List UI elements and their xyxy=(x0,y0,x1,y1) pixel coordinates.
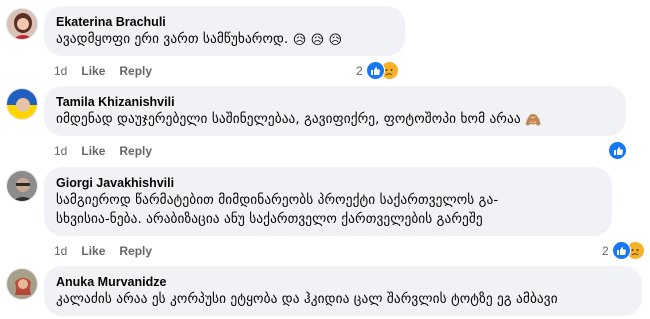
comment-time[interactable]: 1d xyxy=(54,144,67,158)
reaction-summary[interactable]: 2 xyxy=(602,241,645,260)
comment-bubble: Tamila Khizanishvili იმდენად დაუჯერებელი… xyxy=(44,86,626,136)
comment-author[interactable]: Tamila Khizanishvili xyxy=(56,94,614,110)
comment-text-line: სამგიეროდ წარმატებით მიმდინარეობს პროექტ… xyxy=(56,193,499,208)
comment-author[interactable]: Ekaterina Brachuli xyxy=(56,14,393,30)
crying-face-emoji-icon: 😥 😥 😥 xyxy=(292,33,343,48)
reply-button[interactable]: Reply xyxy=(119,144,152,158)
reaction-summary[interactable] xyxy=(605,141,627,160)
reaction-count: 2 xyxy=(356,63,363,78)
comment-text: კალაძის არაა ეს კორპუსი ეტყობა და ჰკიდია… xyxy=(56,292,558,307)
reaction-summary[interactable]: 2 xyxy=(356,61,399,80)
comment-text-body: იმდენად დაუჯერებელი საშინელებაა, გავიფიქ… xyxy=(56,112,521,127)
comment-bubble: Anuka Murvanidze კალაძის არაა ეს კორპუსი… xyxy=(44,266,642,316)
like-button[interactable]: Like xyxy=(81,64,105,78)
see-no-evil-monkey-emoji-icon: 🙈 xyxy=(525,113,542,128)
like-button[interactable]: Like xyxy=(81,244,105,258)
reply-button[interactable]: Reply xyxy=(119,244,152,258)
comment-bubble: Giorgi Javakhishvili სამგიეროდ წარმატები… xyxy=(44,167,612,236)
avatar[interactable] xyxy=(6,268,38,300)
comment-actions: 1d Like Reply xyxy=(54,64,152,78)
comment-time[interactable]: 1d xyxy=(54,64,67,78)
comment-author[interactable]: Anuka Murvanidze xyxy=(56,274,630,290)
like-reaction-icon xyxy=(611,241,631,260)
comment-bubble: Ekaterina Brachuli ავადმყოფი ერი ვართ სა… xyxy=(44,6,405,56)
comment-text-line: სხვისია-ნება. არაბიზაცია ანუ საქართველო … xyxy=(56,212,483,227)
avatar[interactable] xyxy=(6,170,38,202)
comment-author[interactable]: Giorgi Javakhishvili xyxy=(56,175,600,191)
avatar[interactable] xyxy=(6,8,38,40)
avatar[interactable] xyxy=(6,88,38,120)
comment-text-body: ავადმყოფი ერი ვართ სამწუხაროდ. xyxy=(56,32,289,47)
like-button[interactable]: Like xyxy=(81,144,105,158)
comment-text: ავადმყოფი ერი ვართ სამწუხაროდ. 😥 😥 😥 xyxy=(56,30,393,50)
comment-time[interactable]: 1d xyxy=(54,244,67,258)
like-reaction-icon xyxy=(608,141,627,160)
reaction-count: 2 xyxy=(602,243,609,258)
like-reaction-icon xyxy=(365,61,385,80)
comment-actions: 1d Like Reply xyxy=(54,144,152,158)
reply-button[interactable]: Reply xyxy=(119,64,152,78)
comment-text: იმდენად დაუჯერებელი საშინელებაა, გავიფიქ… xyxy=(56,110,614,130)
comment-actions: 1d Like Reply xyxy=(54,244,152,258)
